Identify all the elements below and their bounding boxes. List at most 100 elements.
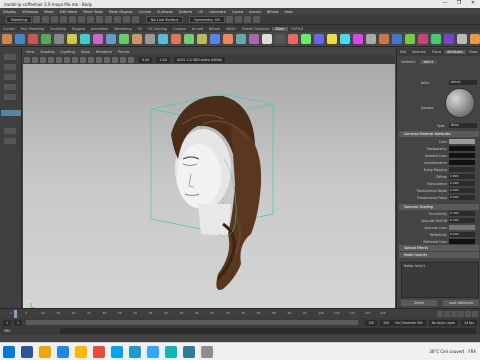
tab-turtle[interactable]: TURTLE xyxy=(288,27,307,31)
redo-icon[interactable] xyxy=(68,16,76,23)
playback-start-field[interactable]: 1 xyxy=(14,319,23,326)
tab-rendering[interactable]: Rendering xyxy=(111,27,134,31)
menu-display[interactable]: Display xyxy=(0,10,19,14)
material-name-field[interactable]: blinn1 xyxy=(449,80,477,85)
current-time-marker[interactable] xyxy=(14,310,17,318)
shelf-tool-13-icon[interactable] xyxy=(157,34,168,44)
tab-fx-caching[interactable]: FX Caching xyxy=(145,27,170,31)
resolution-gate-icon[interactable] xyxy=(72,56,78,63)
taskbar-app-6-icon[interactable] xyxy=(111,345,123,358)
shelf-tool-25-icon[interactable] xyxy=(313,34,324,44)
shelf-tool-15-icon[interactable] xyxy=(183,34,194,44)
taskbar-app-10-icon[interactable] xyxy=(183,345,195,358)
render-settings-icon[interactable] xyxy=(243,16,251,23)
wireframe-icon[interactable] xyxy=(80,56,86,63)
snap-grid-icon[interactable] xyxy=(104,16,112,23)
camera-icon[interactable] xyxy=(24,56,30,63)
film-gate-icon[interactable] xyxy=(64,56,70,63)
shadows-icon[interactable] xyxy=(112,56,118,63)
shelf-tool-19-icon[interactable] xyxy=(235,34,246,44)
shelf-tool-31-icon[interactable] xyxy=(391,34,402,44)
go-to-start-icon[interactable] xyxy=(437,311,443,317)
select-button[interactable]: Select xyxy=(401,300,437,306)
menu-arnold[interactable]: Arnold xyxy=(246,10,264,14)
maximize-button[interactable]: ❐ xyxy=(452,0,466,6)
new-scene-icon[interactable] xyxy=(32,16,40,23)
symmetry-field[interactable]: Symmetry: Off xyxy=(189,16,225,23)
menu-edit-mesh[interactable]: Edit Mesh xyxy=(57,10,81,14)
fps-dropdown[interactable]: 24 fps xyxy=(461,319,477,326)
selected-outliner-item[interactable] xyxy=(1,110,21,116)
shelf-tool-28-icon[interactable] xyxy=(352,34,363,44)
attr-value-field[interactable] xyxy=(449,167,475,172)
textured-icon[interactable] xyxy=(96,56,102,63)
render-frame-icon[interactable] xyxy=(225,16,233,23)
snap-curve-icon[interactable] xyxy=(113,16,121,23)
ipr-render-icon[interactable] xyxy=(234,16,242,23)
shelf-tool-9-icon[interactable] xyxy=(105,34,116,44)
color-swatch[interactable] xyxy=(449,146,475,151)
taskbar-app-1-icon[interactable] xyxy=(21,345,33,358)
shelf-tool-20-icon[interactable] xyxy=(248,34,259,44)
menu-help[interactable]: Help xyxy=(281,10,295,14)
attr-tab-attributes[interactable]: Attributes xyxy=(444,50,466,54)
bookmark-icon[interactable] xyxy=(40,56,46,63)
load-attributes-button[interactable]: Load Attributes xyxy=(443,300,479,306)
menu-deform[interactable]: Deform xyxy=(176,10,195,14)
tab-mash[interactable]: MASH xyxy=(223,27,239,31)
lasso-tool-icon[interactable] xyxy=(4,64,16,70)
select-hierarchy-icon[interactable] xyxy=(77,16,85,23)
shelf-tool-22-icon[interactable] xyxy=(274,34,285,44)
attr-value-field[interactable]: 0.700 xyxy=(449,218,475,223)
select-component-icon[interactable] xyxy=(95,16,103,23)
taskbar-app-9-icon[interactable] xyxy=(165,345,177,358)
shelf-tool-1-icon[interactable] xyxy=(1,34,12,44)
go-to-end-icon[interactable] xyxy=(472,311,478,317)
tab-poly-modeling[interactable]: Poly Modeling xyxy=(18,27,47,31)
taskbar-app-3-icon[interactable] xyxy=(57,345,69,358)
range-bar[interactable] xyxy=(26,320,359,325)
anim-start-field[interactable]: 1 xyxy=(3,319,12,326)
smooth-shade-icon[interactable] xyxy=(88,56,94,63)
attr-tab-selected[interactable]: Selected xyxy=(409,50,429,54)
viewport-menu-renderer[interactable]: Renderer xyxy=(93,50,115,54)
shelf-tool-6-icon[interactable] xyxy=(66,34,77,44)
section-specular-shading[interactable]: Specular Shading xyxy=(399,204,479,210)
attr-value-field[interactable]: 0.500 xyxy=(449,195,475,200)
playback-end-field[interactable]: 120 xyxy=(365,319,378,326)
rotate-tool-icon[interactable] xyxy=(4,94,16,100)
section-matte-opacity[interactable]: Matte Opacity xyxy=(399,252,479,258)
shelf-tool-36-icon[interactable] xyxy=(456,34,467,44)
open-scene-icon[interactable] xyxy=(41,16,49,23)
attr-tab-focus[interactable]: Focus xyxy=(429,50,444,54)
tab-curves[interactable]: Curves xyxy=(0,27,18,31)
taskbar-app-4-icon[interactable] xyxy=(75,345,87,358)
live-surface-field[interactable]: No Live Surface xyxy=(145,16,184,23)
shelf-tool-35-icon[interactable] xyxy=(443,34,454,44)
viewport-menu-panels[interactable]: Panels xyxy=(115,50,132,54)
shelf-tool-17-icon[interactable] xyxy=(209,34,220,44)
menu-mesh-tools[interactable]: Mesh Tools xyxy=(80,10,105,14)
color-swatch[interactable] xyxy=(449,160,475,165)
shelf-tool-26-icon[interactable] xyxy=(326,34,337,44)
grid-icon[interactable] xyxy=(56,56,62,63)
camera-attr-icon[interactable] xyxy=(32,56,38,63)
shelf-tool-18-icon[interactable] xyxy=(222,34,233,44)
notes-area[interactable]: Notes: blinn1 xyxy=(401,262,479,298)
shelf-tool-11-icon[interactable] xyxy=(131,34,142,44)
shelf-tool-33-icon[interactable] xyxy=(417,34,428,44)
tab-motion-graphics[interactable]: Motion Graphics xyxy=(239,27,273,31)
close-button[interactable]: ✕ xyxy=(466,0,480,6)
section-special-effects[interactable]: Special Effects xyxy=(399,245,479,251)
ambient-occlusion-icon[interactable] xyxy=(120,56,126,63)
play-back-icon[interactable] xyxy=(451,311,457,317)
shelf-tool-12-icon[interactable] xyxy=(144,34,155,44)
tab-fx[interactable]: FX xyxy=(135,27,145,31)
shelf-tool-16-icon[interactable] xyxy=(196,34,207,44)
time-slider[interactable]: 1 5 10 15 20 25 30 35 40 45 50 55 60 65 70 75 80 85 90 95 10… xyxy=(0,308,480,318)
shelf-tool-34-icon[interactable] xyxy=(430,34,441,44)
save-scene-icon[interactable] xyxy=(50,16,58,23)
viewport-menu-show[interactable]: Show xyxy=(78,50,93,54)
shelf-tool-29-icon[interactable] xyxy=(365,34,376,44)
image-plane-icon[interactable] xyxy=(48,56,54,63)
